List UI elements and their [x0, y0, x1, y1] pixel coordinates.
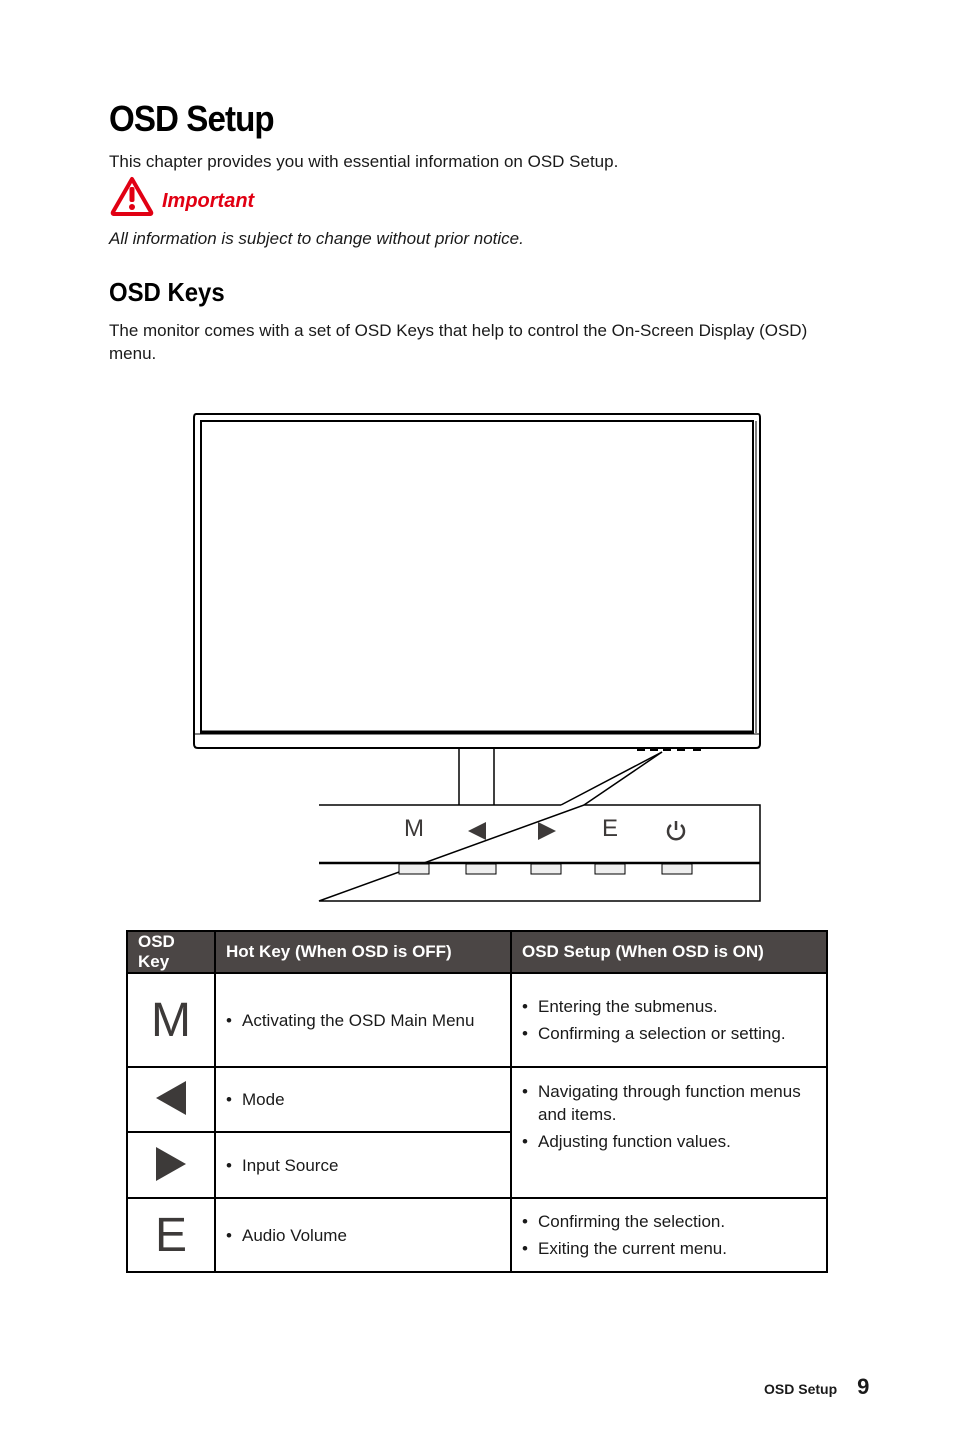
physical-button-right [530, 863, 562, 875]
important-label: Important [162, 189, 255, 212]
right-arrow-icon [126, 1131, 216, 1199]
right-arrow-icon [538, 822, 556, 844]
hot-key-text: Audio Volume [226, 1224, 500, 1247]
physical-button-left [465, 863, 497, 875]
monitor-bezel [193, 413, 761, 749]
left-arrow-icon [468, 822, 486, 844]
monitor-diagram: M E [180, 400, 780, 910]
monitor-screen [200, 420, 754, 734]
notice-text: All information is subject to change wit… [109, 229, 524, 248]
page-title: OSD Setup [109, 98, 275, 139]
physical-button-e [594, 863, 626, 875]
header-osd-setup: OSD Setup (When OSD is ON) [510, 930, 828, 974]
osd-setup-text: Entering the submenus. [522, 995, 816, 1018]
osd-setup-text: Confirming a selection or setting. [522, 1022, 816, 1045]
header-hot-key: Hot Key (When OSD is OFF) [214, 930, 512, 974]
table-header-row: OSD Key Hot Key (When OSD is OFF) OSD Se… [126, 930, 828, 974]
power-icon [664, 819, 688, 847]
hot-key-text: Activating the OSD Main Menu [226, 1009, 500, 1032]
e-key-icon: E [126, 1197, 216, 1273]
hot-key-text: Mode [226, 1088, 500, 1111]
physical-button-m [398, 863, 430, 875]
osd-keys-description: The monitor comes with a set of OSD Keys… [109, 321, 808, 363]
page-footer: OSD Setup 9 [764, 1374, 869, 1400]
table-row: Mode Navigating through function menus a… [126, 1066, 828, 1199]
important-callout: Important [110, 176, 254, 220]
m-key-icon: M [126, 972, 216, 1068]
left-arrow-icon [126, 1066, 216, 1133]
osd-setup-text: Navigating through function menus and it… [522, 1080, 816, 1126]
e-key-icon: E [601, 815, 618, 842]
header-osd-key: OSD Key [126, 930, 216, 974]
osd-keys-table: OSD Key Hot Key (When OSD is OFF) OSD Se… [126, 930, 828, 1273]
warning-triangle-icon [110, 176, 154, 220]
physical-button-power [661, 863, 693, 875]
section-heading-osd-keys: OSD Keys [109, 277, 225, 307]
osd-setup-text: Adjusting function values. [522, 1130, 816, 1153]
table-row: E Audio Volume Confirming the selection.… [126, 1197, 828, 1273]
osd-setup-text: Confirming the selection. [522, 1210, 816, 1233]
page-number: 9 [857, 1374, 870, 1399]
table-row: M Activating the OSD Main Menu Entering … [126, 972, 828, 1068]
hot-key-text: Input Source [226, 1154, 500, 1177]
intro-text: This chapter provides you with essential… [109, 152, 619, 171]
footer-section-title: OSD Setup [764, 1381, 838, 1397]
m-key-icon: M [404, 815, 424, 842]
osd-setup-text: Exiting the current menu. [522, 1237, 816, 1260]
